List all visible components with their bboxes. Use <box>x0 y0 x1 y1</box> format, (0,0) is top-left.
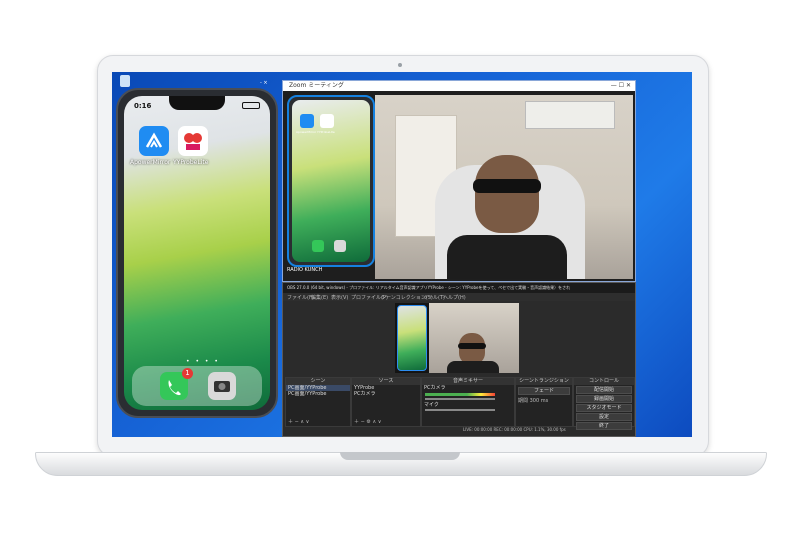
exit-button[interactable]: 終了 <box>576 422 632 430</box>
menu-help[interactable]: ヘルプ(H) <box>443 294 466 301</box>
zoom-title: Zoom ミーティング <box>289 82 344 89</box>
studio-mode-button[interactable]: スタジオモード <box>576 404 632 412</box>
obs-title: OBS 27.0.0 (64 bit, windows) - プロファイル: リ… <box>287 285 571 290</box>
transitions-dock: シーントランジション フェード 期間 300 ms <box>515 377 573 427</box>
page-dots: • • • • <box>186 358 220 365</box>
settings-button[interactable]: 設定 <box>576 413 632 421</box>
menu-edit[interactable]: 編集(E) <box>311 294 328 301</box>
menu-file[interactable]: ファイル(F) <box>287 294 314 301</box>
person-body <box>447 235 567 279</box>
webcam-video <box>375 95 633 279</box>
phone-notch <box>169 96 225 110</box>
menu-tools[interactable]: ツール(T) <box>423 294 445 301</box>
sunglasses <box>458 343 486 349</box>
zoom-window: Zoom ミーティング — ☐ ✕ ApowerMirror YYProbeLi… <box>282 80 636 282</box>
obs-menubar: ファイル(F) 編集(E) 表示(V) プロファイル(P) シーンコレクション(… <box>283 293 635 301</box>
app-label-apowermirror: ApowerMirror <box>130 159 171 166</box>
obs-preview-phone <box>397 305 427 371</box>
air-conditioner <box>525 101 615 129</box>
mirrored-phone: 0:16 ApowerMirror YYProbeLite • • • • 1 <box>116 88 278 418</box>
apowermirror-icon <box>300 114 314 128</box>
source-item[interactable]: PCカメラ <box>352 391 420 397</box>
scenes-title: シーン <box>286 378 350 385</box>
zoom-preview-label-1: YYProbeLite <box>317 130 335 134</box>
duration-label: 期間 <box>518 398 529 404</box>
yyprobelite-icon[interactable] <box>178 126 208 156</box>
zoom-phone-share[interactable]: ApowerMirror YYProbeLite <box>287 95 375 267</box>
webcam-dot <box>398 63 402 67</box>
obs-window: OBS 27.0.0 (64 bit, windows) - プロファイル: リ… <box>282 282 636 437</box>
zoom-window-controls[interactable]: — ☐ ✕ <box>611 81 635 91</box>
battery-icon <box>242 102 260 109</box>
controls-title: コントロール <box>574 378 634 385</box>
recycle-bin-icon[interactable] <box>120 75 130 87</box>
sources-dock: ソース YYProbe PCカメラ ＋ − ⚙ ∧ ∨ <box>351 377 421 427</box>
desktop-screen: - × 0:16 ApowerMirror YYProbeLite • • • … <box>112 72 692 437</box>
zoom-phone-screen: ApowerMirror YYProbeLite <box>292 100 370 262</box>
laptop-notch <box>340 452 460 460</box>
scenes-toolbar[interactable]: ＋ − ∧ ∨ <box>288 418 309 425</box>
scene-item[interactable]: PC画面/YYProbe <box>286 391 350 397</box>
camera-app-icon[interactable] <box>208 372 236 400</box>
zoom-preview-label-0: ApowerMirror <box>296 130 317 134</box>
phone-time: 0:16 <box>134 102 152 110</box>
sunglasses <box>473 179 541 193</box>
mixer-channel-label: PCカメラ <box>424 385 446 391</box>
audio-mixer-dock: 音声ミキサー PCカメラ マイク <box>421 377 515 427</box>
start-recording-button[interactable]: 録画開始 <box>576 395 632 403</box>
yyprobelite-icon <box>320 114 334 128</box>
phone-app-icon <box>312 240 324 252</box>
controls-dock: コントロール 配信開始 録画開始 スタジオモード 設定 終了 <box>573 377 635 430</box>
volume-slider[interactable] <box>425 398 495 400</box>
menu-view[interactable]: 表示(V) <box>331 294 348 301</box>
obs-status-bar: LIVE: 00:00:00 REC: 00:00:00 CPU: 1.1%, … <box>463 427 566 432</box>
apowermirror-icon[interactable] <box>139 126 169 156</box>
obs-preview-camera <box>429 303 519 373</box>
mirror-window-controls[interactable]: - × <box>260 80 268 86</box>
zoom-participant-label: RADIO KUNCH <box>287 267 323 273</box>
start-streaming-button[interactable]: 配信開始 <box>576 386 632 394</box>
obs-titlebar: OBS 27.0.0 (64 bit, windows) - プロファイル: リ… <box>283 283 635 293</box>
app-label-yyprobelite: YYProbeLite <box>173 159 209 166</box>
transitions-title: シーントランジション <box>516 378 572 385</box>
phone-badge: 1 <box>182 368 193 379</box>
phone-dock: 1 <box>132 366 262 406</box>
mixer-channel-label: マイク <box>424 402 439 408</box>
phone-screen[interactable]: 0:16 ApowerMirror YYProbeLite • • • • 1 <box>124 96 270 410</box>
obs-preview[interactable] <box>395 303 519 373</box>
person-head <box>475 155 539 233</box>
person-body <box>447 361 499 373</box>
volume-slider[interactable] <box>425 409 495 411</box>
zoom-titlebar: Zoom ミーティング — ☐ ✕ <box>283 81 635 91</box>
duration-input[interactable]: 300 ms <box>530 398 549 404</box>
transition-select[interactable]: フェード <box>518 387 570 395</box>
sources-title: ソース <box>352 378 420 385</box>
sources-toolbar[interactable]: ＋ − ⚙ ∧ ∨ <box>354 418 381 425</box>
scenes-dock: シーン PC画面/YYProbe PC画面/YYProbe ＋ − ∧ ∨ <box>285 377 351 427</box>
camera-app-icon <box>334 240 346 252</box>
volume-meter <box>425 393 495 396</box>
mixer-title: 音声ミキサー <box>422 378 514 385</box>
